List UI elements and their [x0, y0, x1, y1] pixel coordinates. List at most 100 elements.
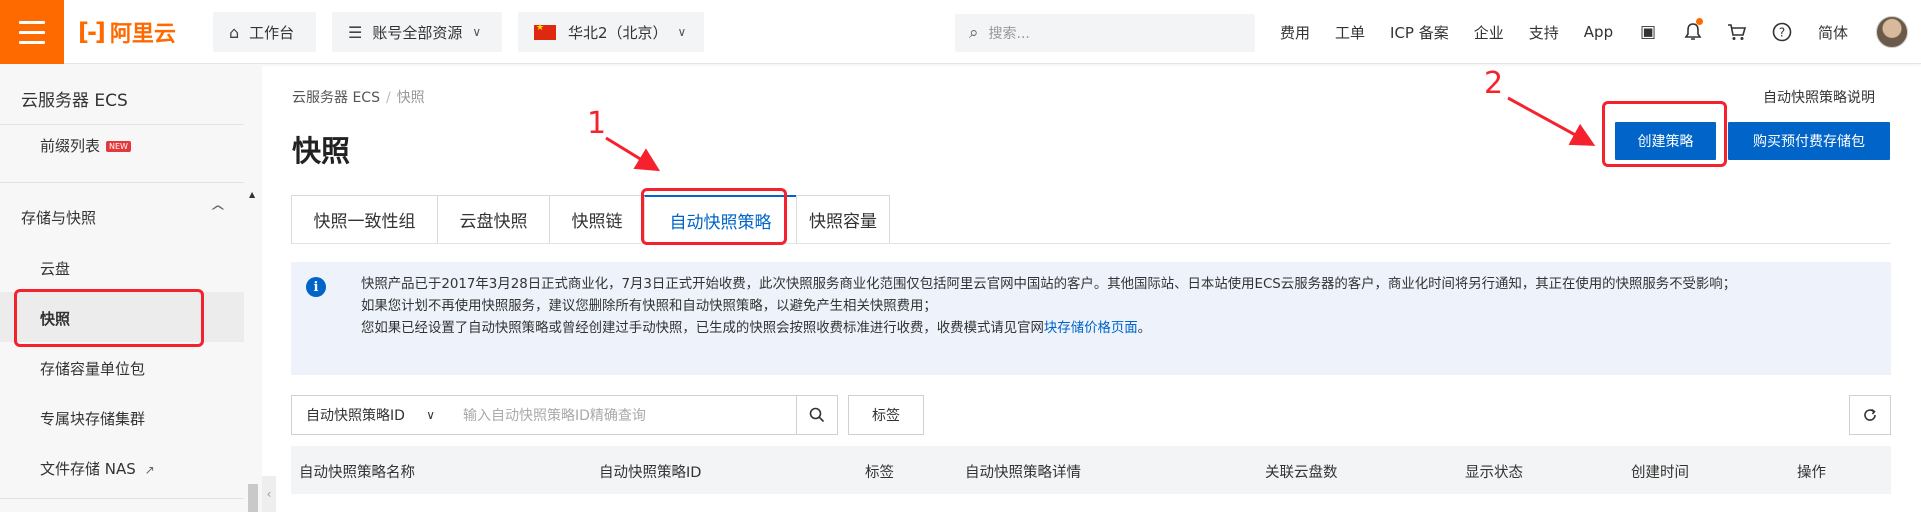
scroll-up-icon[interactable]: ▲: [249, 190, 255, 199]
menu-icon[interactable]: [0, 0, 64, 64]
buy-storage-package-button[interactable]: 购买预付费存储包: [1728, 122, 1890, 160]
annotation-box-tab: [641, 188, 787, 245]
search-icon: ⌕: [969, 23, 979, 43]
sidebar-item-nas[interactable]: 文件存储 NAS ↗: [40, 458, 155, 479]
cart-glyph: [1728, 24, 1747, 40]
chevron-down-icon: ∨: [426, 408, 435, 422]
policy-id-search-input[interactable]: 输入自动快照策略ID精确查询: [447, 395, 797, 435]
nav-link-billing[interactable]: 费用: [1280, 22, 1310, 43]
help-icon[interactable]: ?: [1770, 20, 1794, 44]
block-storage-price-link[interactable]: 块存储价格页面: [1044, 321, 1138, 336]
search-icon: [809, 407, 825, 423]
policy-help-link[interactable]: 自动快照策略说明: [1763, 87, 1875, 107]
nav-link-tickets[interactable]: 工单: [1335, 22, 1365, 43]
home-icon: ⌂: [229, 22, 240, 42]
region-label: 华北2（北京）: [568, 23, 668, 42]
notice-line-3: 您如果已经设置了自动快照策略或曾经创建过手动快照，已生成的快照会按照收费标准进行…: [361, 318, 1861, 340]
resources-label: 账号全部资源: [372, 23, 463, 42]
notice-line-1: 快照产品已于2017年3月28日正式商业化，7月3日正式开始收费，此次快照服务商…: [361, 277, 1737, 292]
sidebar-divider: [0, 182, 262, 183]
filter-field-select[interactable]: 自动快照策略ID ∨: [291, 395, 448, 435]
column-header-policy-id: 自动快照策略ID: [599, 465, 702, 481]
tab-disk-snapshot[interactable]: 云盘快照: [437, 195, 549, 244]
column-header-status: 显示状态: [1465, 465, 1523, 481]
notice-banner: i 快照产品已于2017年3月28日正式商业化，7月3日正式开始收费，此次快照服…: [291, 262, 1891, 375]
sidebar-divider: [0, 498, 262, 499]
search-button[interactable]: [796, 395, 838, 435]
filter-select-value: 自动快照策略ID: [306, 408, 405, 424]
terminal-icon[interactable]: ▣: [1636, 20, 1660, 44]
search-input[interactable]: ⌕ 搜索...: [955, 14, 1255, 52]
new-badge: NEW: [106, 141, 131, 152]
resources-dropdown[interactable]: ☰ 账号全部资源 ∨: [332, 12, 502, 52]
external-link-icon: ↗: [144, 463, 155, 477]
sidebar-title: 云服务器 ECS: [21, 91, 128, 111]
svg-text:?: ?: [1779, 26, 1785, 40]
notice-text: 快照产品已于2017年3月28日正式商业化，7月3日正式开始收费，此次快照服务商…: [361, 274, 1861, 340]
logo-bracket-icon: [-]: [78, 18, 106, 46]
annotation-box-create: [1602, 101, 1727, 167]
language-switch[interactable]: 简体: [1818, 22, 1848, 43]
nav-link-enterprise[interactable]: 企业: [1474, 22, 1504, 43]
annotation-box-snapshot: [14, 289, 204, 347]
sidebar-item-cloud-disk[interactable]: 云盘: [40, 258, 70, 279]
china-flag-icon: [534, 23, 556, 40]
breadcrumb-root[interactable]: 云服务器 ECS: [292, 90, 380, 106]
stack-icon: ☰: [348, 22, 363, 42]
search-placeholder: 搜索...: [988, 26, 1030, 42]
tab-snapshot-capacity[interactable]: 快照容量: [796, 195, 890, 244]
workbench-button[interactable]: ⌂ 工作台: [213, 12, 316, 52]
nav-link-support[interactable]: 支持: [1529, 22, 1559, 43]
table-header: 自动快照策略名称 自动快照策略ID 标签 自动快照策略详情 关联云盘数 显示状态…: [291, 446, 1891, 494]
tabs-underline: [291, 243, 1891, 244]
sidebar-item-label: 文件存储 NAS: [40, 460, 136, 478]
nav-link-icp[interactable]: ICP 备案: [1390, 22, 1449, 43]
collapse-sidebar-handle[interactable]: ‹: [262, 476, 276, 512]
column-header-policy-details: 自动快照策略详情: [965, 465, 1081, 481]
arrow-to-tab: [605, 136, 661, 172]
bell-icon[interactable]: [1681, 18, 1705, 44]
search-input-placeholder: 输入自动快照策略ID精确查询: [463, 408, 646, 424]
sidebar-divider: [0, 124, 262, 125]
bell-glyph: [1684, 23, 1702, 40]
notification-dot: [1696, 18, 1703, 25]
sidebar-item-label: 前缀列表: [40, 137, 101, 155]
chevron-down-icon: ∨: [472, 25, 482, 39]
notice-line-3-end: 。: [1137, 321, 1152, 336]
sidebar-item-dedicated-block-storage[interactable]: 专属块存储集群: [40, 408, 145, 429]
page-title: 快照: [292, 134, 351, 168]
info-icon: i: [306, 277, 326, 297]
region-dropdown[interactable]: 华北2（北京） ∨: [518, 12, 704, 52]
annotation-arrows: [605, 96, 1596, 172]
column-header-disk-count: 关联云盘数: [1265, 465, 1338, 481]
sidebar-group-storage[interactable]: 存储与快照: [21, 207, 96, 228]
sidebar-scrollbar[interactable]: ▲: [244, 64, 262, 512]
aliyun-logo[interactable]: [-] 阿里云: [78, 18, 176, 47]
refresh-button[interactable]: [1849, 395, 1891, 435]
chevron-up-icon[interactable]: ^: [209, 204, 227, 220]
user-avatar[interactable]: [1876, 16, 1908, 48]
annotation-step-2: 2: [1484, 66, 1504, 101]
column-header-created-time: 创建时间: [1631, 465, 1689, 481]
notice-line-3-text: 您如果已经设置了自动快照策略或曾经创建过手动快照，已生成的快照会按照收费标准进行…: [361, 321, 1044, 336]
breadcrumb-separator: /: [385, 90, 391, 106]
sidebar-item-storage-capacity-unit[interactable]: 存储容量单位包: [40, 358, 145, 379]
logo-text: 阿里云: [109, 22, 176, 47]
column-header-tags: 标签: [865, 465, 894, 481]
cart-icon[interactable]: [1725, 20, 1749, 44]
tab-snapshot-chain[interactable]: 快照链: [549, 195, 644, 244]
help-glyph: ?: [1772, 22, 1792, 42]
sidebar: 云服务器 ECS 前缀列表 NEW 存储与快照 ^ 云盘 快照 存储容量单位包 专…: [0, 64, 262, 512]
tab-consistency-group[interactable]: 快照一致性组: [291, 195, 437, 244]
sidebar-item-prefix-list[interactable]: 前缀列表 NEW: [40, 135, 131, 156]
nav-link-app[interactable]: App: [1584, 23, 1613, 41]
tag-filter-button[interactable]: 标签: [848, 395, 924, 435]
workbench-label: 工作台: [249, 23, 295, 42]
notice-line-2: 如果您计划不再使用快照服务，建议您删除所有快照和自动快照策略，以避免产生相关快照…: [361, 299, 937, 314]
top-bar: [-] 阿里云 ⌂ 工作台 ☰ 账号全部资源 ∨ 华北2（北京） ∨ ⌕ 搜索.…: [0, 0, 1921, 64]
arrow-to-create-button: [1507, 96, 1596, 146]
column-header-actions: 操作: [1797, 465, 1826, 481]
scrollbar-thumb[interactable]: [248, 484, 258, 512]
refresh-icon: [1864, 408, 1876, 421]
top-nav-links: 费用 工单 ICP 备案 企业 支持 App: [1280, 0, 1638, 64]
